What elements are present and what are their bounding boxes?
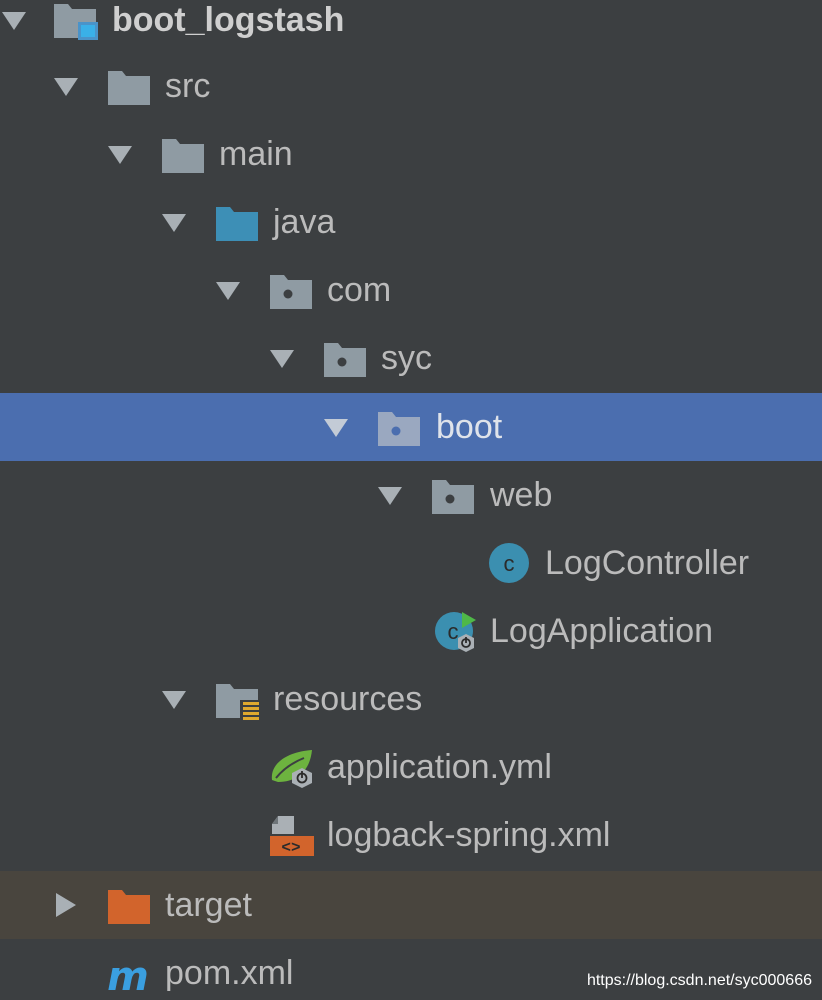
java-class-icon: c — [489, 543, 529, 583]
package-icon — [432, 480, 474, 514]
tree-label: LogApplication — [490, 612, 714, 650]
tree-row-target[interactable]: target — [0, 871, 822, 939]
tree-row-resources[interactable]: resources — [0, 665, 822, 733]
module-folder-icon — [54, 4, 98, 40]
tree-row-java[interactable]: java — [0, 188, 822, 256]
watermark: https://blog.csdn.net/syc000666 — [586, 972, 812, 989]
tree-row-logback-spring-xml[interactable]: <> logback-spring.xml — [0, 801, 822, 869]
tree-row-com[interactable]: com — [0, 256, 822, 324]
tree-row-main[interactable]: main — [0, 120, 822, 188]
chevron-down-icon[interactable] — [268, 344, 296, 372]
maven-icon: m — [107, 954, 149, 994]
svg-text:<>: <> — [281, 839, 300, 856]
tree-label: LogController — [545, 544, 750, 582]
tree-row-src[interactable]: src — [0, 52, 822, 120]
tree-label: boot — [436, 408, 503, 446]
chevron-down-icon[interactable] — [160, 208, 188, 236]
chevron-down-icon[interactable] — [106, 140, 134, 168]
svg-text:c: c — [504, 551, 515, 576]
chevron-down-icon[interactable] — [0, 6, 28, 34]
project-tree: boot_logstash src main java com syc boot… — [0, 0, 822, 1000]
package-icon — [378, 412, 420, 446]
spring-config-icon — [271, 750, 312, 788]
svg-text:m: m — [107, 954, 149, 994]
tree-row-syc[interactable]: syc — [0, 324, 822, 392]
chevron-down-icon[interactable] — [376, 481, 404, 509]
tree-label: syc — [381, 339, 432, 377]
tree-label: src — [165, 67, 211, 105]
tree-row-logapplication[interactable]: c LogApplication — [0, 597, 822, 665]
tree-row-boot-logstash[interactable]: boot_logstash — [0, 0, 822, 52]
chevron-down-icon[interactable] — [160, 685, 188, 713]
resources-folder-icon — [216, 684, 260, 720]
tree-label: logback-spring.xml — [327, 816, 611, 854]
tree-label: resources — [273, 680, 423, 718]
chevron-right-icon[interactable] — [52, 891, 80, 919]
package-icon — [324, 343, 366, 377]
tree-label: boot_logstash — [112, 1, 345, 39]
tree-label: java — [273, 203, 336, 241]
tree-label: main — [219, 135, 293, 173]
package-icon — [270, 275, 312, 309]
xml-file-icon: <> — [270, 816, 314, 856]
tree-row-web[interactable]: web — [0, 461, 822, 529]
tree-row-logcontroller[interactable]: c LogController — [0, 529, 822, 597]
tree-label: application.yml — [327, 748, 552, 786]
chevron-down-icon[interactable] — [214, 276, 242, 304]
tree-label: pom.xml — [165, 954, 294, 992]
folder-icon — [162, 139, 204, 173]
folder-icon — [108, 71, 150, 105]
svg-text:c: c — [448, 619, 459, 644]
source-root-folder-icon — [216, 207, 258, 241]
tree-label: web — [490, 476, 553, 514]
tree-label: target — [165, 886, 252, 924]
tree-row-pom-xml[interactable]: m pom.xml — [0, 939, 822, 1000]
chevron-down-icon[interactable] — [322, 413, 350, 441]
tree-row-boot[interactable]: boot — [0, 393, 822, 461]
chevron-down-icon[interactable] — [52, 72, 80, 100]
excluded-folder-icon — [108, 890, 150, 924]
spring-boot-application-icon: c — [435, 612, 476, 652]
tree-row-application-yml[interactable]: application.yml — [0, 733, 822, 801]
tree-label: com — [327, 271, 392, 309]
